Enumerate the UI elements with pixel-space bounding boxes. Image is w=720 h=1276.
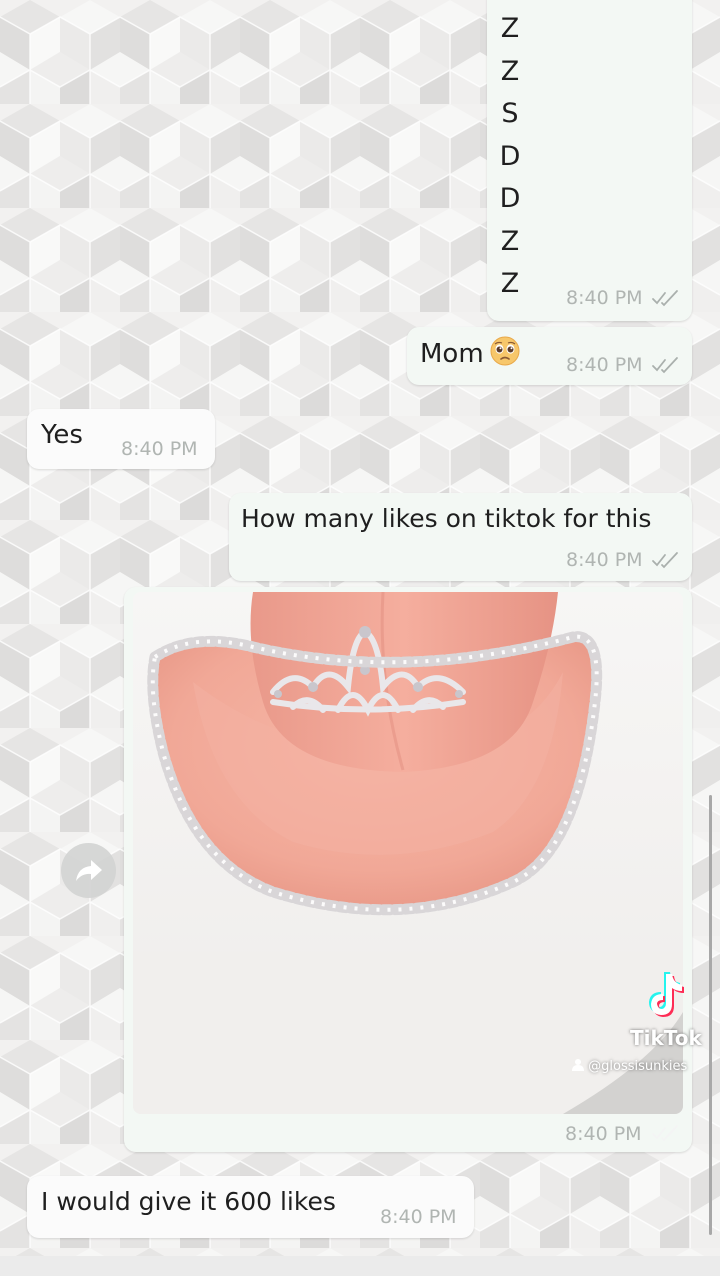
message-bubble-answer[interactable]: I would give it 600 likes 8:40 PM — [27, 1176, 474, 1238]
letter-line: Z — [500, 268, 520, 299]
message-bubble-yes[interactable]: Yes 8:40 PM — [27, 409, 215, 469]
pleading-face-emoji — [490, 336, 520, 366]
person-icon — [572, 1059, 584, 1071]
forward-button[interactable] — [61, 843, 116, 898]
double-check-icon — [652, 357, 678, 374]
message-time: 8:40 PM — [566, 354, 643, 376]
tiktok-logo-icon — [649, 972, 684, 1017]
message-time: 8:40 PM — [566, 287, 643, 309]
message-time: 8:40 PM — [380, 1206, 457, 1228]
message-text: I would give it 600 likes — [41, 1187, 336, 1216]
tiktok-username: @glossisunkies — [572, 1058, 687, 1074]
message-bubble-mom[interactable]: Mom 8:40 PM — [407, 327, 692, 385]
tiktok-username-text: @glossisunkies — [588, 1059, 688, 1074]
message-bubble-letters[interactable]: Z Z S D D Z Z 8:40 PM — [487, 0, 692, 321]
tiktok-watermark: TikTok @glossisunkies — [572, 970, 718, 1080]
letter-line: S — [501, 98, 519, 129]
message-bubble-question[interactable]: How many likes on tiktok for this 8:40 P… — [229, 493, 692, 581]
message-text: Yes — [41, 420, 83, 450]
message-time: 8:40 PM — [121, 438, 198, 460]
forward-arrow-icon — [76, 860, 102, 881]
letter-line: D — [499, 140, 521, 172]
pink-cowgirl-hat-with-tiara-photo[interactable] — [133, 592, 683, 1114]
letter-line: D — [499, 183, 521, 214]
message-text: How many likes on tiktok for this — [241, 504, 652, 533]
hat-illustration — [133, 592, 683, 1114]
message-text: Mom — [420, 336, 520, 369]
letters-list: Z Z S D D Z Z — [487, 8, 533, 306]
message-time: 8:40 PM — [566, 549, 643, 571]
double-check-icon — [652, 1125, 678, 1142]
letter-line: Z — [500, 13, 520, 44]
letter-line: Z — [500, 225, 520, 257]
message-text-content: Mom — [420, 339, 484, 369]
double-check-icon — [652, 552, 678, 569]
letter-line: Z — [500, 55, 520, 87]
tiktok-brand-name: TikTok — [630, 1026, 702, 1050]
message-time: 8:40 PM — [565, 1123, 642, 1145]
scrollbar[interactable] — [709, 795, 712, 1235]
message-composer-edge — [0, 1256, 720, 1276]
double-check-icon — [652, 290, 678, 307]
